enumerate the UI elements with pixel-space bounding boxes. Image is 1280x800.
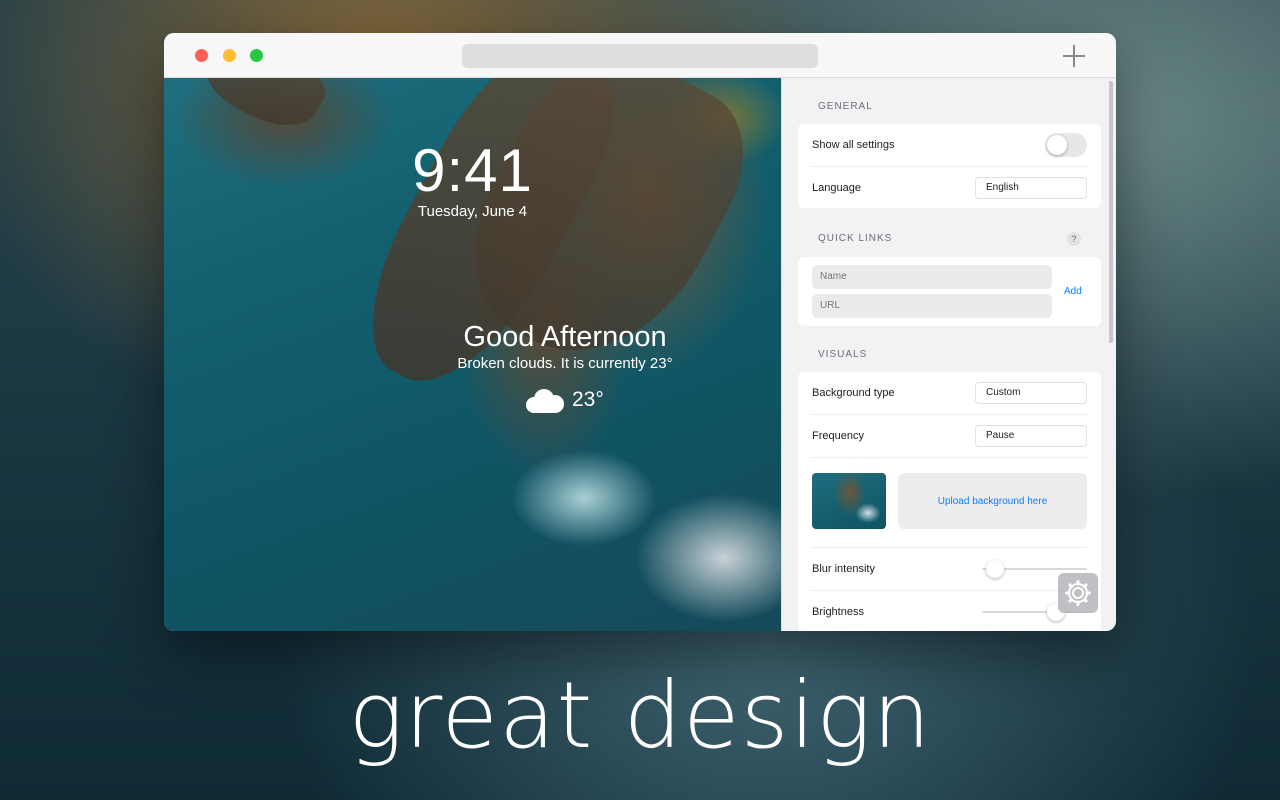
visuals-card: Background type Custom Frequency Pause U… — [798, 372, 1101, 631]
show-all-settings-row: Show all settings — [812, 132, 1087, 158]
section-title-quick-links: QUICK LINKS — [818, 233, 893, 244]
date-label: Tuesday, June 4 — [417, 203, 528, 220]
title-bar — [164, 33, 1116, 78]
section-title-general: GENERAL — [818, 101, 873, 112]
tagline: great design — [348, 662, 932, 769]
frequency-label: Frequency — [812, 430, 864, 442]
help-icon[interactable]: ? — [1067, 232, 1081, 246]
show-all-settings-label: Show all settings — [812, 139, 895, 151]
blur-slider-thumb[interactable] — [986, 560, 1005, 578]
weather-widget: 23° — [526, 385, 604, 415]
brightness-row: Brightness — [812, 600, 1087, 624]
weather-description: Broken clouds. It is currently 23° — [457, 355, 673, 372]
blur-intensity-label: Blur intensity — [812, 563, 875, 575]
background-thumbnail[interactable] — [812, 473, 886, 529]
section-title-visuals: VISUALS — [818, 349, 868, 360]
add-link-button[interactable]: Add — [1064, 286, 1082, 297]
frequency-select[interactable]: Pause — [975, 425, 1087, 447]
frequency-row: Frequency Pause — [812, 423, 1087, 449]
zoom-window-button[interactable] — [250, 49, 263, 62]
upload-background-label: Upload background here — [937, 495, 1048, 507]
language-row: Language English — [812, 176, 1087, 200]
background-type-label: Background type — [812, 387, 895, 399]
settings-scrollbar[interactable] — [1109, 81, 1113, 343]
new-tab-plus-icon[interactable] — [1062, 44, 1086, 68]
address-bar[interactable] — [462, 44, 818, 68]
gear-icon — [1065, 580, 1091, 606]
link-url-input[interactable] — [812, 294, 1052, 318]
upload-background-dropzone[interactable]: Upload background here — [898, 473, 1087, 529]
show-all-settings-toggle[interactable] — [1045, 133, 1087, 157]
temperature: 23° — [572, 388, 604, 411]
minimize-window-button[interactable] — [223, 49, 236, 62]
quick-links-card: Add — [798, 257, 1101, 326]
blur-row: Blur intensity — [812, 557, 1087, 581]
clock: 9:41 — [412, 137, 533, 204]
close-window-button[interactable] — [195, 49, 208, 62]
settings-gear-button[interactable] — [1058, 573, 1098, 613]
coastline-decoration — [194, 78, 334, 143]
background-type-row: Background type Custom — [812, 380, 1087, 406]
greeting: Good Afternoon — [463, 321, 667, 353]
app-window: 9:41 Tuesday, June 4 Good Afternoon Brok… — [164, 33, 1116, 631]
brightness-label: Brightness — [812, 606, 864, 618]
link-name-input[interactable] — [812, 265, 1052, 289]
background-type-select[interactable]: Custom — [975, 382, 1087, 404]
cloud-icon — [526, 387, 564, 413]
new-tab-preview: 9:41 Tuesday, June 4 Good Afternoon Brok… — [164, 78, 781, 631]
settings-panel: GENERAL Show all settings Language Engli… — [781, 78, 1116, 631]
language-select[interactable]: English — [975, 177, 1087, 199]
language-label: Language — [812, 182, 861, 194]
general-card: Show all settings Language English — [798, 124, 1101, 208]
